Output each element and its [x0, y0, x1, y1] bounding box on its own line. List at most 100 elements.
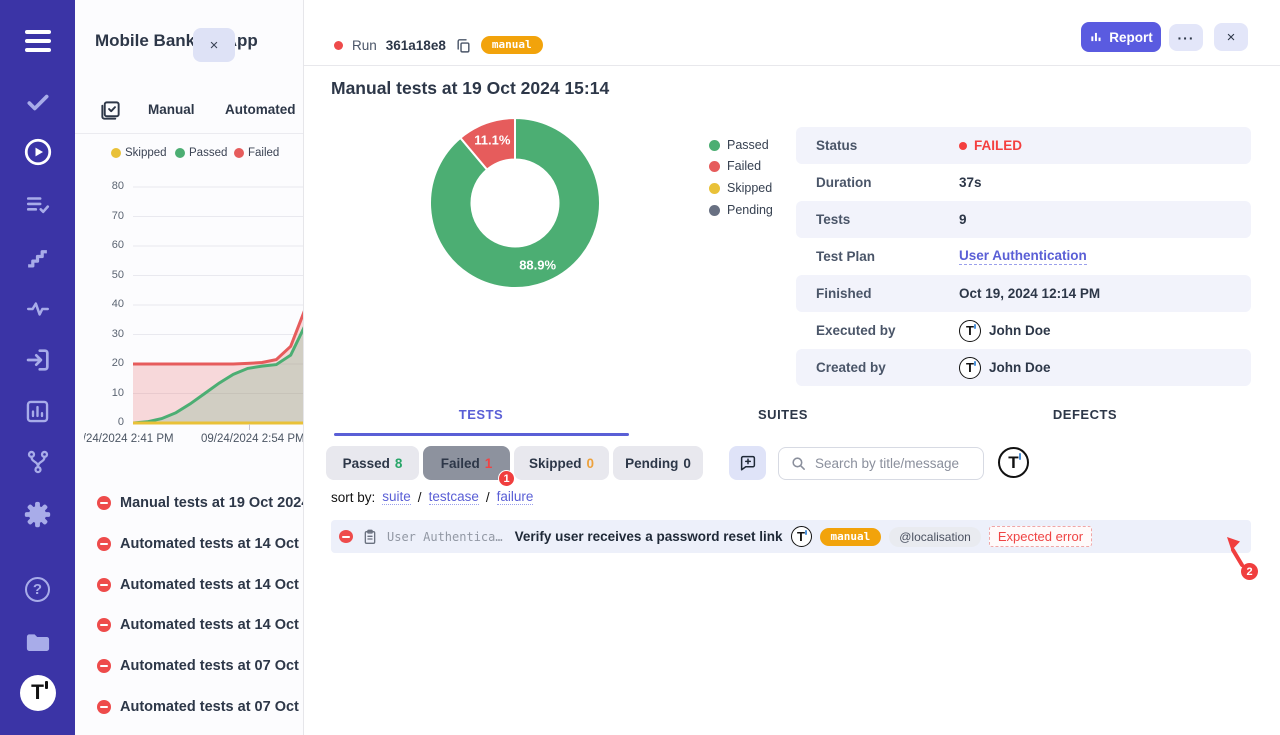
donut-legend-pending[interactable]: Pending [709, 203, 773, 217]
run-list-item[interactable]: Manual tests at 19 Oct 2024 15:14 [75, 488, 303, 518]
area-chart-xaxis: 09/24/2024 2:41 PM 09/24/2024 2:54 PM [84, 433, 303, 449]
run-list-item[interactable]: Automated tests at 14 Oct 2024 [75, 610, 303, 640]
copy-icon[interactable] [455, 37, 472, 54]
donut-legend-skipped[interactable]: Skipped [709, 181, 772, 195]
testomat-logo[interactable]: T [0, 675, 75, 711]
expected-error-label: Expected error [989, 526, 1092, 547]
filter-passed-button[interactable]: Passed8 [326, 446, 419, 480]
failed-run-icon [97, 618, 111, 632]
status-value: FAILED [959, 138, 1022, 153]
sort-by-testcase[interactable]: testcase [429, 489, 479, 505]
results-donut-chart: 88.9%11.1% [429, 117, 601, 289]
passed-dot [709, 140, 720, 151]
tab-manual[interactable]: Manual [148, 102, 195, 117]
failed-dot [709, 161, 720, 172]
filter-skipped-button[interactable]: Skipped0 [514, 446, 609, 480]
sidebar: ? T [0, 0, 75, 735]
sort-by-failure[interactable]: failure [497, 489, 534, 505]
donut-legend-failed[interactable]: Failed [709, 159, 761, 173]
suite-name: User Authentica… [387, 530, 503, 544]
annotation-step-1: 1 [498, 470, 515, 487]
run-list-item[interactable]: Automated tests at 14 Oct 2024 [75, 570, 303, 600]
user-avatar: T [959, 320, 981, 342]
run-type-badge: manual [481, 36, 543, 54]
tag-localisation[interactable]: @localisation [889, 527, 981, 547]
user-avatar: T [959, 357, 981, 379]
failed-count: 1 [485, 456, 493, 471]
detail-row-tests: Tests 9 [796, 201, 1251, 238]
pull-runs-icon[interactable] [0, 346, 75, 374]
runs-icon[interactable] [0, 137, 75, 167]
sort-prefix: sort by: [331, 490, 375, 505]
xaxis-label-1: 09/24/2024 2:41 PM [84, 433, 174, 445]
pending-count: 0 [683, 456, 691, 471]
tab-defects[interactable]: DEFECTS [935, 407, 1235, 422]
run-id: 361a18e8 [386, 38, 446, 53]
passed-count: 8 [395, 456, 403, 471]
run-label: Run [352, 38, 377, 53]
failed-dot [959, 142, 967, 150]
test-title: Verify user receives a password reset li… [515, 529, 783, 544]
xaxis-tick [249, 424, 250, 430]
sort-row: sort by: suite / testcase / failure [331, 489, 533, 505]
pending-dot [709, 205, 720, 216]
tab-suites[interactable]: SUITES [633, 407, 933, 422]
branch-icon[interactable] [0, 449, 75, 475]
comment-plus-icon [739, 454, 757, 472]
failed-run-icon [97, 537, 111, 551]
filter-pending-button[interactable]: Pending0 [613, 446, 703, 480]
run-list-item[interactable]: Automated tests at 07 Oct 2024 [75, 692, 303, 722]
more-button[interactable]: ··· [1169, 24, 1203, 51]
report-button[interactable]: Report [1081, 22, 1161, 52]
donut-legend-passed[interactable]: Passed [709, 138, 769, 152]
logo-t-glyph: T [20, 675, 56, 711]
plans-icon[interactable] [0, 192, 75, 218]
filter-failed-button[interactable]: Failed1 1 [423, 446, 510, 480]
search-input[interactable] [778, 447, 984, 480]
detail-row-created-by: Created by TJohn Doe [796, 349, 1251, 386]
help-icon[interactable]: ? [0, 577, 75, 602]
tests-icon[interactable] [0, 89, 75, 115]
menu-bars [25, 30, 51, 52]
detail-row-testplan: Test Plan User Authentication [796, 238, 1251, 275]
run-list-item[interactable]: Automated tests at 07 Oct 2024 [75, 651, 303, 681]
close-run-button[interactable]: × [1214, 23, 1248, 51]
failed-test-icon [339, 530, 353, 543]
legend-passed[interactable]: Passed [175, 147, 227, 159]
test-plan-link[interactable]: User Authentication [959, 248, 1087, 265]
run-status-dot [334, 41, 343, 50]
tab-automated[interactable]: Automated [225, 102, 296, 117]
sort-by-suite[interactable]: suite [382, 489, 411, 505]
detail-row-finished: Finished Oct 19, 2024 12:14 PM [796, 275, 1251, 312]
run-header-bar: Run 361a18e8 manual Report ··· × [304, 0, 1280, 66]
projects-icon[interactable] [0, 628, 75, 656]
search-box [778, 447, 984, 480]
assignee-avatar: T [791, 526, 812, 547]
failed-run-icon [97, 700, 111, 714]
steps-icon[interactable] [0, 245, 75, 270]
failed-run-icon [97, 659, 111, 673]
area-chart [133, 185, 303, 430]
tab-tests[interactable]: TESTS [331, 407, 631, 422]
detail-row-status: Status FAILED [796, 127, 1251, 164]
analytics-icon[interactable] [0, 398, 75, 425]
detail-row-executed-by: Executed by TJohn Doe [796, 312, 1251, 349]
skipped-dot [709, 183, 720, 194]
failed-dot [234, 148, 244, 158]
add-comment-button[interactable] [729, 446, 766, 480]
app-root: ? T Mobile Banking App Manual Automated … [0, 0, 1280, 735]
settings-icon[interactable] [0, 500, 75, 529]
run-title: Manual tests at 19 Oct 2024 15:14 [331, 78, 609, 99]
annotation-step-2: 2 [1241, 563, 1258, 580]
panel-close-button[interactable]: × [193, 28, 235, 62]
assignee-avatar[interactable]: T [998, 447, 1029, 478]
test-type-badge: manual [820, 528, 882, 546]
run-list-item[interactable]: Automated tests at 14 Oct 2024 [75, 529, 303, 559]
passed-dot [175, 148, 185, 158]
menu-icon[interactable] [0, 30, 75, 52]
activity-icon[interactable] [0, 296, 75, 322]
test-result-row[interactable]: User Authentica… Verify user receives a … [331, 520, 1251, 553]
svg-text:88.9%: 88.9% [519, 257, 556, 272]
detail-row-duration: Duration 37s [796, 164, 1251, 201]
legend-failed[interactable]: Failed [234, 147, 279, 159]
